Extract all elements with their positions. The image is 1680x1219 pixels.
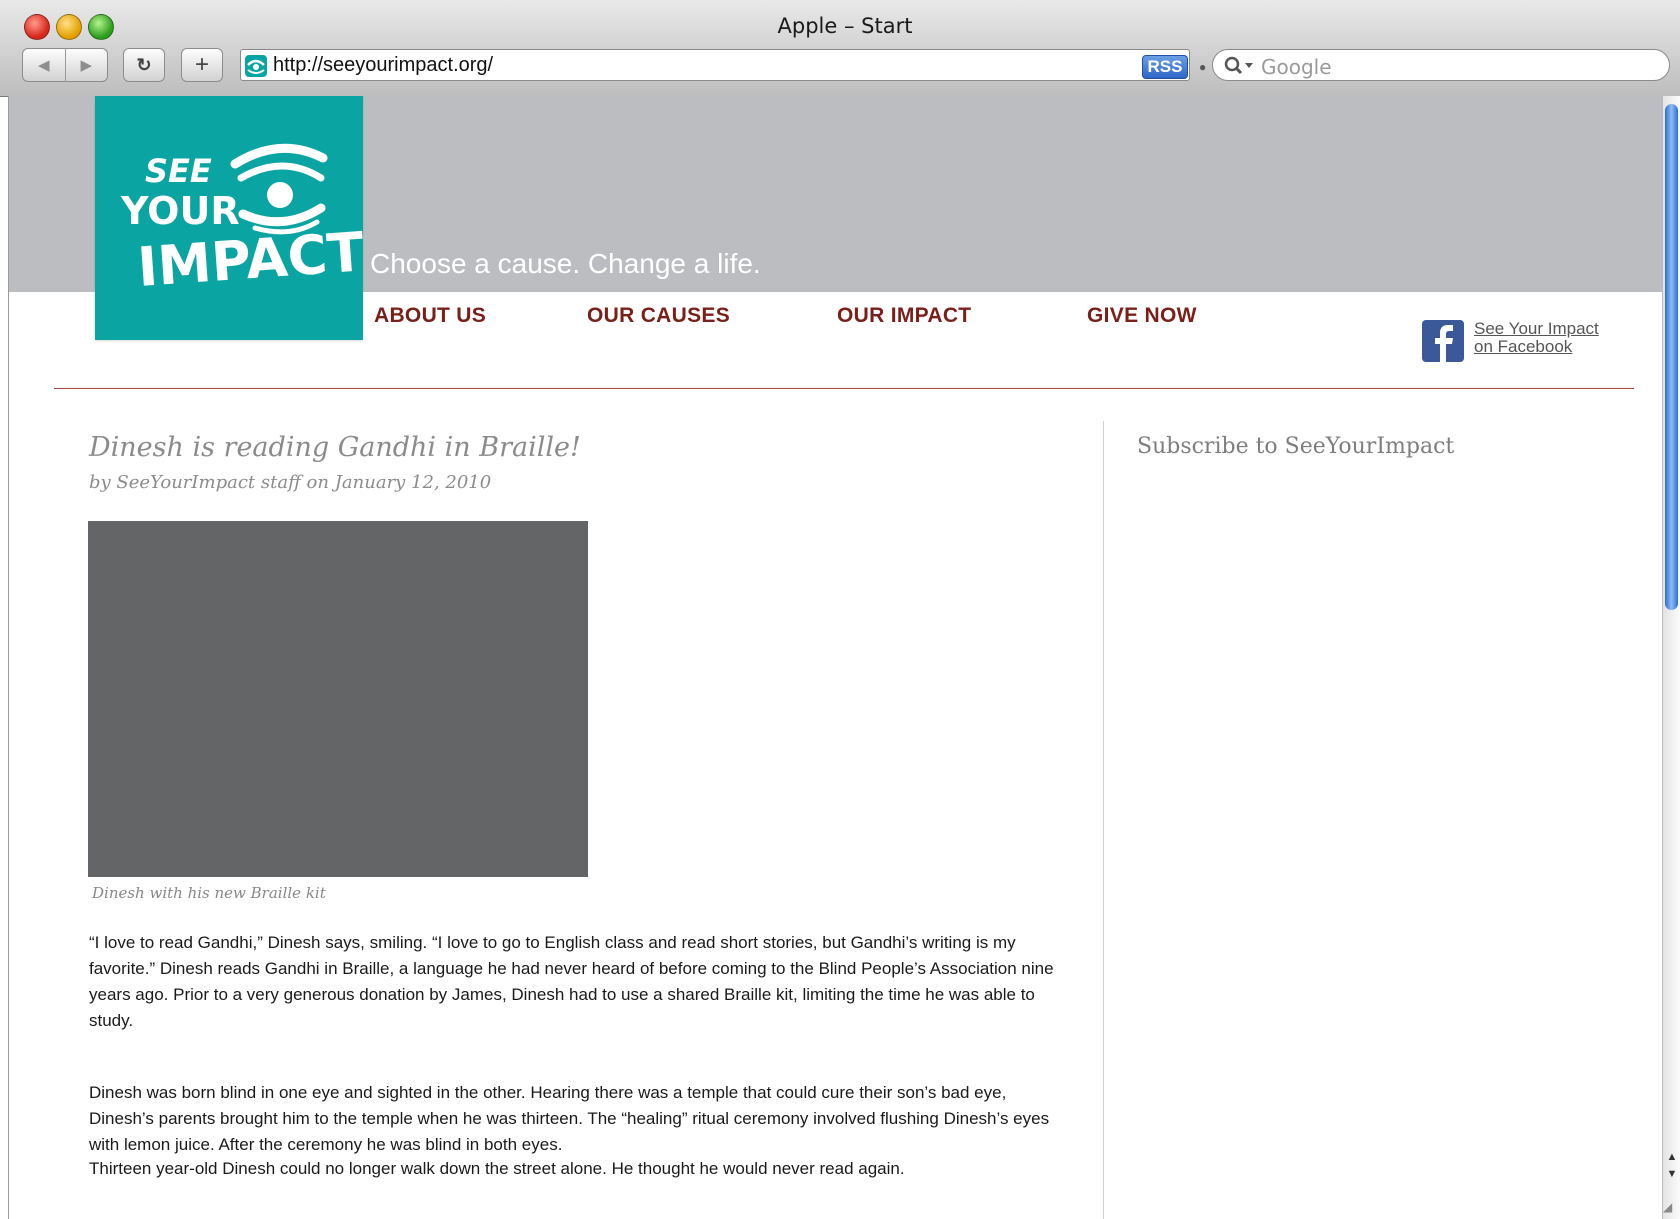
scroll-down-arrow-icon[interactable]: ▼ xyxy=(1664,1166,1680,1182)
sidebar-subscribe-heading: Subscribe to SeeYourImpact xyxy=(1137,434,1455,459)
vertical-scrollbar[interactable]: ▲ ▼ xyxy=(1662,96,1680,1219)
post-paragraph: “I love to read Gandhi,” Dinesh says, sm… xyxy=(89,933,1054,1030)
image-caption: Dinesh with his new Braille kit xyxy=(92,884,326,902)
header-divider xyxy=(54,388,1634,389)
rss-button[interactable]: RSS xyxy=(1142,55,1188,79)
page-viewport: SEE YOUR IMPACT Choose a cause. Change a… xyxy=(8,96,1663,1219)
reload-button[interactable]: ↻ xyxy=(123,48,165,82)
facebook-link-line-2: on Facebook xyxy=(1474,337,1573,356)
search-icon[interactable] xyxy=(1223,55,1255,77)
facebook-link-text[interactable]: See Your Impact on Facebook xyxy=(1474,320,1634,356)
scroll-up-arrow-icon[interactable]: ▲ xyxy=(1664,1149,1680,1165)
nav-our-causes[interactable]: OUR CAUSES xyxy=(587,304,730,328)
facebook-link-line-1: See Your Impact xyxy=(1474,319,1599,338)
post-paragraph: Thirteen year-old Dinesh could no longer… xyxy=(89,1159,905,1178)
svg-text:YOUR: YOUR xyxy=(120,189,240,233)
address-bar[interactable]: http://seeyourimpact.org/ xyxy=(240,49,1190,81)
nav-give-now[interactable]: GIVE NOW xyxy=(1087,304,1197,328)
scrollbar-thumb[interactable] xyxy=(1665,104,1678,610)
window-title: Apple – Start xyxy=(777,14,913,38)
post-image xyxy=(88,521,588,877)
back-forward-buttons: ◀ ▶ xyxy=(22,48,108,82)
site-tagline: Choose a cause. Change a life. xyxy=(370,248,761,279)
facebook-icon xyxy=(1422,320,1464,362)
nav-our-impact[interactable]: OUR IMPACT xyxy=(837,304,971,328)
back-button[interactable]: ◀ xyxy=(23,56,65,74)
url-text: http://seeyourimpact.org/ xyxy=(273,54,494,76)
resize-grip-icon[interactable]: ◢ xyxy=(1663,1200,1679,1216)
post-byline: by SeeYourImpact staff on January 12, 20… xyxy=(89,472,492,493)
post-title[interactable]: Dinesh is reading Gandhi in Braille! xyxy=(89,432,581,463)
facebook-link[interactable]: See Your Impact on Facebook xyxy=(1422,320,1652,364)
column-divider xyxy=(1103,421,1104,1219)
post-paragraph: Dinesh was born blind in one eye and sig… xyxy=(89,1083,1050,1154)
svg-text:SEE: SEE xyxy=(145,152,212,190)
add-bookmark-button[interactable]: + xyxy=(181,48,223,82)
nav-about-us[interactable]: ABOUT US xyxy=(374,304,486,328)
search-placeholder: Google xyxy=(1261,55,1332,79)
forward-button[interactable]: ▶ xyxy=(65,56,107,74)
site-favicon-icon xyxy=(245,55,267,77)
bullet-icon: ● xyxy=(1199,60,1207,74)
search-field[interactable]: Google xyxy=(1212,49,1670,81)
main-navigation: ABOUT US OUR CAUSES OUR IMPACT GIVE NOW xyxy=(9,304,1663,334)
browser-toolbar: Apple – Start ◀ ▶ ↻ + http://seeyourimpa… xyxy=(0,0,1680,97)
